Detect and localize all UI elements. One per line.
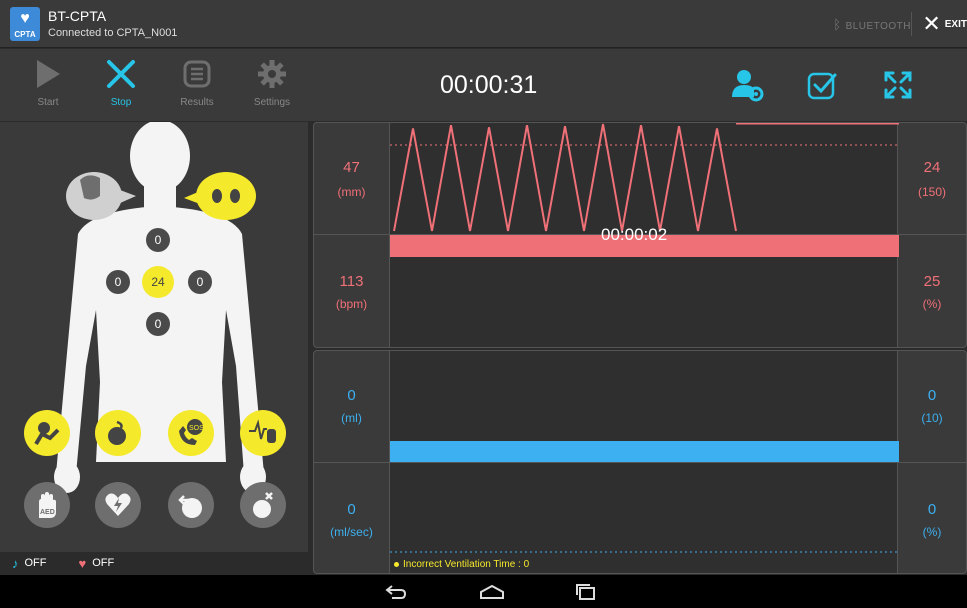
exit-label: EXIT [944, 18, 967, 30]
app-icon-tag: CPTA [14, 30, 36, 39]
breathing-check-button[interactable] [95, 410, 141, 456]
heart-shock-button[interactable] [95, 482, 141, 528]
results-button[interactable]: Results [167, 55, 227, 108]
system-nav-bar [0, 575, 967, 608]
ventilation-warning-text: Incorrect Ventilation Time : 0 [403, 559, 530, 570]
close-icon: ✕ [922, 11, 941, 36]
compression-chart: 47 (mm) 113 (bpm) 24 (150) 25 (%) 00:00:… [313, 122, 967, 348]
heart-rate-icon: ♥ [78, 555, 87, 571]
cycle-timer: 00:00:02 [601, 225, 668, 244]
svg-text:AED: AED [40, 509, 55, 516]
status-left-label: OFF [24, 557, 47, 569]
title-bar: ♥ CPTA BT-CPTA Connected to CPTA_N001 ᛒB… [0, 0, 967, 48]
heart-bolt-icon [105, 493, 131, 516]
toolbar: Start Stop Results Settings 00:00:31 [0, 49, 967, 121]
stop-label: Stop [110, 97, 132, 108]
status-right-label: OFF [92, 557, 115, 569]
rate-unit: (bpm) [335, 297, 368, 311]
confirm-button[interactable] [802, 65, 842, 105]
app-title: BT-CPTA [48, 8, 107, 24]
connection-status: Connected to CPTA_N001 [48, 27, 178, 39]
depth-unit: (mm) [337, 185, 366, 199]
back-button[interactable] [376, 581, 416, 603]
status-left: ♪ OFF [12, 556, 47, 571]
sensor-point-center: 24 [142, 266, 174, 298]
fullscreen-button[interactable] [878, 65, 918, 105]
bluetooth-label: BLUETOOTH [845, 21, 911, 32]
check-box-icon [807, 72, 837, 100]
sensor-point-right: 0 [188, 270, 212, 294]
ventilation-percent-unit: (%) [922, 525, 942, 539]
play-icon [18, 55, 78, 93]
compression-percent-unit: (%) [922, 297, 942, 311]
compression-count-target: (150) [917, 185, 946, 199]
rescue-breath-button[interactable] [168, 482, 214, 528]
ventilation-divider [314, 462, 966, 463]
ventilation-count-value: 0 [927, 387, 937, 404]
airway-blocked-button[interactable] [240, 482, 286, 528]
list-icon [167, 55, 227, 93]
volume-value: 0 [347, 387, 356, 404]
app-root: ♥ CPTA BT-CPTA Connected to CPTA_N001 ᛒB… [0, 0, 967, 608]
exit-button[interactable]: ✕ EXIT [911, 11, 967, 36]
expand-icon [884, 71, 912, 99]
warning-dot-icon [394, 561, 399, 567]
ventilation-warning: Incorrect Ventilation Time : 0 [394, 559, 529, 570]
bluetooth-indicator[interactable]: ᛒ BLUETOOTH [833, 17, 911, 32]
status-bar: ♪ OFF ♥ OFF [0, 552, 308, 574]
status-right: ♥ OFF [79, 556, 115, 571]
heart-icon: ♥ [20, 10, 30, 27]
app-icon: ♥ CPTA [10, 7, 40, 41]
emergency-call-button[interactable]: SOS [168, 410, 214, 456]
user-gear-icon [732, 70, 764, 102]
session-timer: 00:00:31 [440, 71, 538, 99]
bluetooth-icon: ᛒ [833, 17, 842, 32]
metronome-icon: ♪ [12, 555, 19, 571]
svg-text:SOS: SOS [189, 425, 204, 432]
back-arrow-icon [385, 585, 407, 599]
compression-count-value: 24 [923, 159, 941, 176]
pulse-check-button[interactable] [240, 410, 286, 456]
compression-percent-value: 25 [923, 273, 941, 290]
flow-unit: (ml/sec) [330, 525, 373, 539]
aed-hand-icon: AED [39, 492, 56, 518]
settings-label: Settings [253, 97, 291, 108]
stop-button[interactable]: Stop [91, 55, 151, 108]
start-button[interactable]: Start [18, 55, 78, 108]
shake-patient-icon [34, 422, 60, 446]
stop-x-icon [91, 55, 151, 93]
responsiveness-check-button[interactable] [24, 410, 70, 456]
sos-phone-icon: SOS [179, 419, 204, 445]
ventilation-chart: 0 (ml) 0 (ml/sec) 0 (10) 0 (%) Incorrect… [313, 350, 967, 574]
home-icon [480, 584, 504, 599]
settings-button[interactable]: Settings [242, 55, 302, 108]
rescue-breath-icon [178, 495, 202, 518]
volume-unit: (ml) [341, 411, 362, 425]
body-panel: 0 0 24 0 0 SOS AED [0, 122, 308, 552]
pulse-hand-icon [249, 419, 276, 443]
breathing-icon [108, 420, 126, 445]
aed-button[interactable]: AED [24, 482, 70, 528]
ventilation-count-target: (10) [921, 411, 943, 425]
results-label: Results [180, 97, 214, 108]
depth-trace-line [393, 123, 737, 232]
rate-value: 113 [339, 273, 364, 290]
start-label: Start [37, 97, 59, 108]
recents-button[interactable] [566, 581, 606, 603]
user-settings-button[interactable] [728, 65, 768, 105]
gear-icon [242, 55, 302, 93]
airway-x-icon [253, 492, 273, 518]
depth-value: 47 [343, 159, 360, 176]
sensor-point-left: 0 [106, 270, 130, 294]
home-button[interactable] [472, 581, 512, 603]
sensor-point-top: 0 [146, 228, 170, 252]
flow-value: 0 [347, 501, 356, 518]
ventilation-percent-value: 0 [927, 501, 937, 518]
sensor-point-bottom: 0 [146, 312, 170, 336]
recents-icon [576, 584, 595, 600]
